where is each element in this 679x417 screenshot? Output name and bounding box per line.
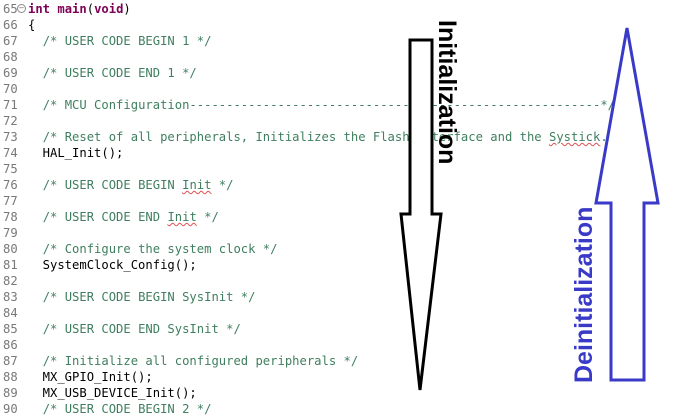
code-text: /* USER CODE END 1 */ (28, 65, 197, 81)
code-text: MX_GPIO_Init(); (28, 369, 153, 385)
line-number: 73 (3, 130, 18, 144)
line-number: 72 (3, 114, 18, 128)
code-token: HAL_Init(); (28, 146, 124, 160)
code-token: */ (196, 210, 219, 224)
line-number: 66 (3, 18, 18, 32)
code-token: /* Initialize all configured peripherals… (42, 354, 359, 368)
code-token: { (28, 18, 36, 32)
code-token: /* Reset of all peripherals, Initializes… (42, 130, 549, 144)
line-number: 68 (3, 50, 18, 64)
code-text: /* Reset of all peripherals, Initializes… (28, 129, 630, 145)
line-number: 67 (3, 34, 18, 48)
code-token: /* USER CODE BEGIN 1 */ (42, 34, 212, 48)
line-number: 89 (3, 386, 18, 400)
code-text: SystemClock_Config(); (28, 257, 197, 273)
line-number: 86 (3, 338, 18, 352)
code-text: /* USER CODE BEGIN 1 */ (28, 33, 212, 49)
code-text: /* USER CODE END Init */ (28, 209, 219, 225)
code-text: { (28, 17, 35, 33)
code-token: . */ (600, 130, 630, 144)
line-number: 80 (3, 242, 18, 256)
code-text: /* MCU Configuration--------------------… (28, 97, 615, 113)
code-token: /* USER CODE BEGIN (42, 178, 183, 192)
code-token: /* MCU Configuration--------------------… (42, 98, 616, 112)
line-number: 77 (3, 194, 18, 208)
line-number: 79 (3, 226, 18, 240)
line-number: 88 (3, 370, 18, 384)
code-text: /* Configure the system clock */ (28, 241, 278, 257)
code-token: int (28, 2, 51, 16)
code-token: Init (182, 178, 212, 192)
code-token: SystemClock_Config(); (28, 258, 197, 272)
code-token: MX_USB_DEVICE_Init(); (28, 386, 197, 400)
code-text: /* USER CODE BEGIN SysInit */ (28, 289, 256, 305)
code-text: HAL_Init(); (28, 145, 124, 161)
code-editor[interactable]: 65− int main(void) 66{67 /* USER CODE BEGI… (0, 0, 679, 417)
code-text: /* Initialize all configured peripherals… (28, 353, 359, 369)
code-token: /* Configure the system clock */ (42, 242, 278, 256)
code-token: ) (123, 2, 131, 16)
line-number: 90 (3, 402, 18, 416)
code-token: /* USER CODE END SysInit */ (42, 322, 241, 336)
code-text: MX_USB_DEVICE_Init(); (28, 385, 197, 401)
code-token: main (57, 2, 87, 16)
code-text: /* USER CODE END SysInit */ (28, 321, 241, 337)
code-token: /* USER CODE END (42, 210, 168, 224)
line-number: 84 (3, 306, 18, 320)
line-number: 70 (3, 82, 18, 96)
code-token: ( (86, 2, 95, 16)
line-number: 81 (3, 258, 18, 272)
line-number: 75 (3, 162, 18, 176)
line-number: 83 (3, 290, 18, 304)
code-token: */ (211, 178, 234, 192)
line-number: 71 (3, 98, 18, 112)
line-number: 69 (3, 66, 18, 80)
code-token: Systick (548, 130, 601, 144)
code-token: /* USER CODE BEGIN SysInit */ (42, 290, 256, 304)
line-number: 82 (3, 274, 18, 288)
line-number: 78 (3, 210, 18, 224)
code-text: /* USER CODE BEGIN 2 */ (28, 401, 212, 417)
line-number: 87 (3, 354, 18, 368)
code-token: /* USER CODE END 1 */ (42, 66, 197, 80)
code-text: /* USER CODE BEGIN Init */ (28, 177, 234, 193)
code-text: int main(void) (28, 1, 131, 17)
line-number: 74 (3, 146, 18, 160)
line-number: 76 (3, 178, 18, 192)
code-token: MX_GPIO_Init(); (28, 370, 153, 384)
line-number: 85 (3, 322, 18, 336)
code-token: void (94, 2, 124, 16)
collapse-minus-icon[interactable]: − (17, 4, 26, 13)
code-token: Init (167, 210, 197, 224)
